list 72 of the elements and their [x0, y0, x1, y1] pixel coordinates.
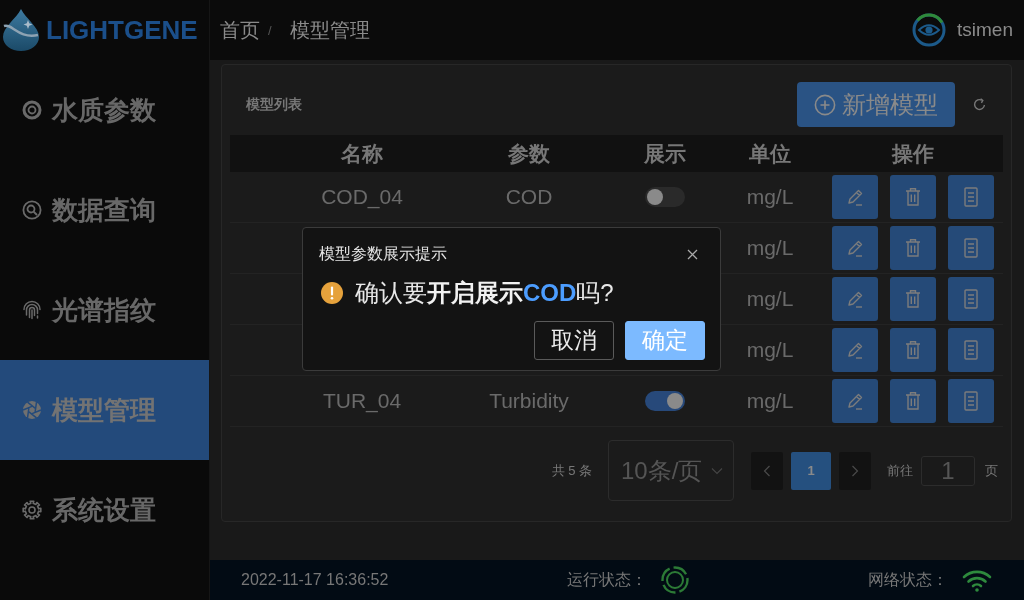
- settings-icon: [22, 500, 42, 520]
- wifi-icon: [962, 568, 992, 592]
- edit-button[interactable]: [831, 328, 878, 372]
- sidebar-item[interactable]: 光谱指纹: [0, 260, 209, 360]
- sidebar-item[interactable]: 模型管理: [0, 360, 209, 460]
- status-ring-icon: [661, 566, 690, 594]
- column-header: 参数: [508, 140, 550, 167]
- table-cell: mg/L: [746, 185, 794, 209]
- confirm-button[interactable]: 确定: [625, 321, 705, 360]
- edit-button[interactable]: [831, 175, 878, 219]
- document-button[interactable]: [947, 379, 994, 423]
- eye-icon[interactable]: [911, 12, 948, 48]
- plus-circle-icon: [814, 93, 836, 116]
- total-count: 共 5 条: [551, 461, 592, 480]
- document-button[interactable]: [947, 277, 994, 321]
- delete-button[interactable]: [889, 175, 936, 219]
- chevron-down-icon: [711, 466, 723, 475]
- goto-label: 前往: [887, 461, 913, 480]
- network-status-label: 网络状态：: [868, 569, 948, 590]
- column-header: 展示: [644, 140, 686, 167]
- status-time: 2022-11-17 16:36:52: [241, 571, 389, 589]
- logo-text: LIGHTGENE: [46, 17, 198, 43]
- breadcrumb-link[interactable]: 首页: [220, 16, 260, 44]
- water-drop-logo-icon: [1, 8, 41, 52]
- aperture-icon: [22, 400, 42, 420]
- toggle-switch[interactable]: [645, 391, 685, 411]
- edit-button[interactable]: [831, 226, 878, 270]
- delete-button[interactable]: [889, 226, 936, 270]
- toggle-switch[interactable]: [645, 187, 685, 207]
- warning-icon: [321, 282, 343, 305]
- sidebar-item[interactable]: 水质参数: [0, 60, 209, 160]
- page-number-button[interactable]: 1: [791, 451, 831, 490]
- document-button[interactable]: [947, 226, 994, 270]
- column-header: 名称: [341, 140, 383, 167]
- sidebar-item[interactable]: 数据查询: [0, 160, 209, 260]
- document-button[interactable]: [947, 328, 994, 372]
- goto-suffix: 页: [985, 461, 998, 480]
- edit-button[interactable]: [831, 379, 878, 423]
- page-size-select[interactable]: 10条/页: [608, 440, 734, 501]
- add-model-button[interactable]: 新增模型: [797, 82, 955, 127]
- close-icon[interactable]: [687, 248, 698, 260]
- goto-page-input[interactable]: 1: [921, 455, 975, 486]
- delete-button[interactable]: [889, 379, 936, 423]
- chevron-left-icon: [763, 464, 771, 477]
- delete-button[interactable]: [889, 277, 936, 321]
- ring-icon: [22, 100, 42, 120]
- fingerprint-icon: [22, 300, 42, 320]
- sidebar-item[interactable]: 系统设置: [0, 460, 209, 560]
- search-icon: [22, 200, 42, 220]
- dialog-title: 模型参数展示提示: [319, 243, 447, 264]
- edit-button[interactable]: [831, 277, 878, 321]
- table-cell: mg/L: [746, 287, 794, 311]
- dialog-message: 确认要开启展示COD吗?: [355, 279, 614, 308]
- document-button[interactable]: [947, 175, 994, 219]
- column-header: 单位: [749, 140, 791, 167]
- table-cell: Turbidity: [489, 389, 569, 413]
- table-cell: COD: [505, 185, 553, 209]
- user-name: tsimen: [957, 19, 1013, 41]
- column-header: 操作: [891, 140, 934, 167]
- table-cell: mg/L: [746, 236, 794, 260]
- table-cell: mg/L: [746, 338, 794, 362]
- cancel-button[interactable]: 取消: [534, 321, 614, 360]
- chevron-right-icon: [851, 464, 859, 477]
- delete-button[interactable]: [889, 328, 936, 372]
- table-cell: mg/L: [746, 389, 794, 413]
- breadcrumb-current: 模型管理: [289, 17, 370, 43]
- table-cell: COD_04: [321, 185, 403, 209]
- card-title: 模型列表: [246, 95, 302, 114]
- refresh-icon[interactable]: [973, 98, 986, 111]
- run-status-label: 运行状态：: [567, 569, 648, 590]
- table-cell: TUR_04: [322, 389, 402, 413]
- breadcrumb-separator: /: [268, 22, 272, 38]
